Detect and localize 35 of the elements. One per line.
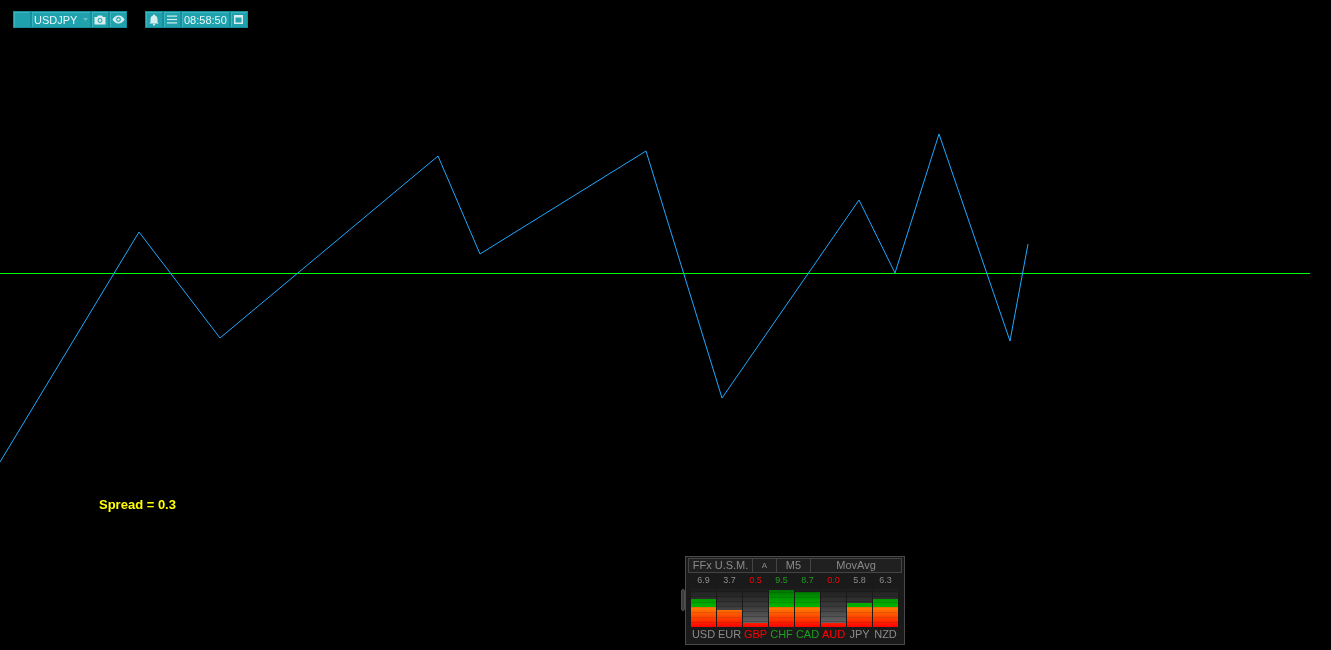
indicator-title: FFx U.S.M.	[689, 559, 753, 572]
method-label: MovAvg	[835, 559, 877, 572]
strength-value: 9.5	[774, 574, 789, 587]
currency-label: NZD	[873, 627, 898, 642]
menu-button[interactable]	[163, 11, 181, 28]
mode-label: A	[753, 559, 777, 572]
strength-value: 8.7	[800, 574, 815, 587]
panel-handle[interactable]	[681, 589, 685, 611]
strength-value: 0.5	[748, 574, 763, 587]
currency-label: AUD	[821, 627, 846, 642]
currency-label: JPY	[848, 627, 871, 642]
bell-button[interactable]	[145, 11, 163, 28]
currency-label: CHF	[769, 627, 794, 642]
currency-label: GBP	[743, 627, 768, 642]
camera-button[interactable]	[91, 11, 109, 28]
camera-icon	[94, 14, 106, 25]
spread-label: Spread = 0.3	[99, 497, 176, 512]
eye-button[interactable]	[109, 11, 127, 28]
menu-icon	[167, 15, 177, 24]
strength-value: 5.8	[852, 574, 867, 587]
currency-label: USD	[691, 627, 716, 642]
strength-value: 6.9	[696, 574, 711, 587]
currency-label: CAD	[795, 627, 820, 642]
bell-icon	[149, 13, 159, 26]
strength-value: 3.7	[722, 574, 737, 587]
strength-value: 0.0	[826, 574, 841, 587]
time-display: 08:58:50	[181, 11, 230, 28]
currency-label: EUR	[717, 627, 742, 642]
symbol-dropdown[interactable]: USDJPY	[31, 11, 91, 28]
blank-button[interactable]	[13, 11, 31, 28]
strength-value: 6.3	[878, 574, 893, 587]
timeframe-label: M5	[777, 559, 811, 572]
caret-icon	[83, 18, 88, 21]
window-icon	[234, 15, 244, 24]
eye-icon	[111, 15, 125, 24]
